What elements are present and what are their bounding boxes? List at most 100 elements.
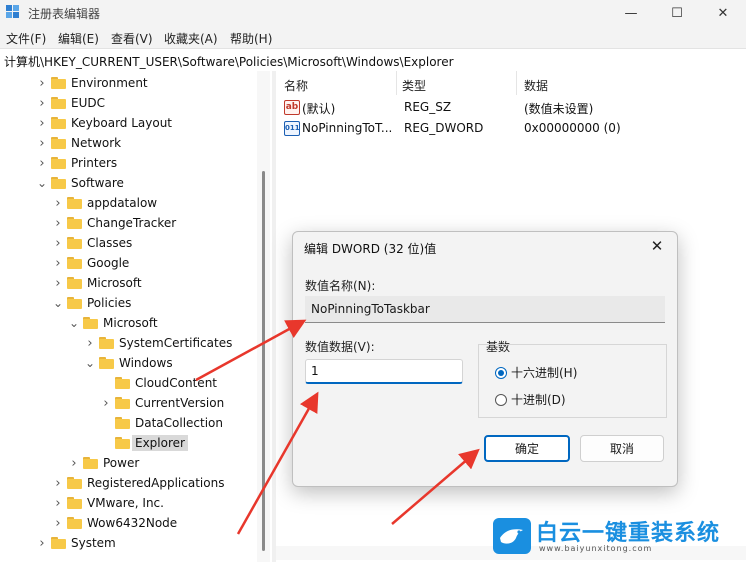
tree-item-label: CurrentVersion <box>135 396 225 410</box>
tree-item[interactable]: › Wow6432Node <box>52 513 177 533</box>
maximize-button[interactable]: ☐ <box>654 0 700 26</box>
chevron-right-icon[interactable]: › <box>36 76 48 91</box>
tree-item[interactable]: › Microsoft <box>52 273 141 293</box>
menu-view[interactable]: 查看(V) <box>111 30 153 47</box>
tree-item[interactable]: › EUDC <box>36 93 105 113</box>
folder-icon <box>51 537 66 549</box>
tree-item-label: Environment <box>71 76 148 90</box>
radio-decimal[interactable]: 十进制(D) <box>495 391 566 408</box>
tree-item-label: Wow6432Node <box>87 516 178 530</box>
folder-icon <box>51 97 66 109</box>
column-header-data[interactable]: 数据 <box>524 77 548 94</box>
tree-item-label: Microsoft <box>103 316 158 330</box>
tree-item[interactable]: › Environment <box>36 73 148 93</box>
chevron-right-icon[interactable]: › <box>36 536 48 551</box>
watermark-url: www.baiyunxitong.com <box>539 544 653 553</box>
tree-item[interactable]: Explorer <box>100 433 188 453</box>
tree-item-label: Windows <box>119 356 173 370</box>
folder-icon <box>67 277 82 289</box>
chevron-right-icon[interactable]: › <box>68 456 80 471</box>
tree-item[interactable]: › VMware, Inc. <box>52 493 164 513</box>
minimize-button[interactable]: — <box>608 0 654 26</box>
cancel-button[interactable]: 取消 <box>580 435 664 462</box>
tree-item[interactable]: DataCollection <box>100 413 223 433</box>
folder-icon <box>51 157 66 169</box>
tree-item[interactable]: › Classes <box>52 233 132 253</box>
value-data-label: 数值数据(V): <box>305 340 375 354</box>
value-data-input[interactable] <box>305 359 463 384</box>
column-header-type[interactable]: 类型 <box>402 77 426 94</box>
tree-item[interactable]: › Network <box>36 133 121 153</box>
tree-item-label: EUDC <box>71 96 105 110</box>
tree-item-label: Network <box>71 136 122 150</box>
chevron-right-icon[interactable]: › <box>52 216 64 231</box>
tree-item[interactable]: ⌄ Software <box>36 173 124 193</box>
column-header-name[interactable]: 名称 <box>284 77 308 94</box>
tree-item[interactable]: ⌄ Microsoft <box>68 313 158 333</box>
folder-icon <box>83 457 98 469</box>
radio-decimal-indicator[interactable] <box>495 393 507 406</box>
chevron-right-icon[interactable]: › <box>52 236 64 251</box>
folder-open-icon <box>67 297 82 309</box>
tree-item[interactable]: › CurrentVersion <box>100 393 224 413</box>
menu-favorites[interactable]: 收藏夹(A) <box>164 30 218 47</box>
tree-item-label: Software <box>71 176 124 190</box>
tree-item-label: RegisteredApplications <box>87 476 225 490</box>
tree-item-label: System <box>71 536 116 550</box>
tree-item[interactable]: ⌄ Windows <box>84 353 173 373</box>
chevron-right-icon[interactable]: › <box>36 116 48 131</box>
tree-item[interactable]: › ChangeTracker <box>52 213 176 233</box>
tree-item[interactable]: › Google <box>52 253 129 273</box>
title-bar: 注册表编辑器 — ☐ ✕ <box>0 0 746 26</box>
menu-edit[interactable]: 编辑(E) <box>58 30 99 47</box>
menu-help[interactable]: 帮助(H) <box>230 30 272 47</box>
tree-item[interactable]: › Printers <box>36 153 117 173</box>
chevron-right-icon[interactable]: › <box>84 336 96 351</box>
radio-hex-indicator[interactable] <box>495 366 507 379</box>
tree-item[interactable]: CloudContent <box>100 373 217 393</box>
chevron-right-icon[interactable]: › <box>52 476 64 491</box>
address-bar[interactable]: 计算机\HKEY_CURRENT_USER\Software\Policies\… <box>0 48 746 72</box>
folder-open-icon <box>83 317 98 329</box>
tree-item[interactable]: › Power <box>68 453 139 473</box>
value-name-field: NoPinningToTaskbar <box>305 296 665 323</box>
close-button[interactable]: ✕ <box>700 0 746 26</box>
ok-button[interactable]: 确定 <box>484 435 570 462</box>
chevron-down-icon[interactable]: ⌄ <box>84 357 96 369</box>
radio-hex[interactable]: 十六进制(H) <box>495 364 577 381</box>
address-path: 计算机\HKEY_CURRENT_USER\Software\Policies\… <box>4 55 454 69</box>
folder-open-icon <box>51 177 66 189</box>
chevron-right-icon[interactable]: › <box>100 396 112 411</box>
chevron-right-icon[interactable]: › <box>36 156 48 171</box>
chevron-right-icon[interactable]: › <box>52 276 64 291</box>
tree-item[interactable]: › Keyboard Layout <box>36 113 172 133</box>
tree-scroll-thumb[interactable] <box>262 171 265 551</box>
chevron-right-icon[interactable]: › <box>52 256 64 271</box>
tree-item[interactable]: › RegisteredApplications <box>52 473 224 493</box>
chevron-down-icon[interactable]: ⌄ <box>36 177 48 189</box>
folder-icon <box>51 77 66 89</box>
folder-icon <box>67 477 82 489</box>
tree-item[interactable]: ⌄ Policies <box>52 293 131 313</box>
dialog-close-button[interactable]: ✕ <box>645 237 669 257</box>
tree-item[interactable]: › SystemCertificates <box>84 333 232 353</box>
tree-item-label: CloudContent <box>135 376 218 390</box>
chevron-down-icon[interactable]: ⌄ <box>68 317 80 329</box>
dword-value-icon: 011 <box>284 121 300 136</box>
tree-scrollbar[interactable] <box>257 71 270 562</box>
key-tree: › Environment › EUDC › Keyboard Layout › Networ… <box>0 71 272 562</box>
chevron-right-icon[interactable]: › <box>52 196 64 211</box>
tree-item[interactable]: › System <box>36 533 116 553</box>
chevron-right-icon[interactable]: › <box>52 496 64 511</box>
menu-file[interactable]: 文件(F) <box>6 30 46 47</box>
tree-item[interactable]: › appdatalow <box>52 193 157 213</box>
tree-item-label: Power <box>103 456 140 470</box>
chevron-right-icon[interactable]: › <box>36 136 48 151</box>
folder-icon <box>115 437 130 449</box>
regedit-icon <box>6 5 20 19</box>
chevron-right-icon[interactable]: › <box>52 516 64 531</box>
base-group: 十六进制(H) 十进制(D) <box>478 344 667 418</box>
chevron-down-icon[interactable]: ⌄ <box>52 297 64 309</box>
folder-open-icon <box>99 357 114 369</box>
chevron-right-icon[interactable]: › <box>36 96 48 111</box>
